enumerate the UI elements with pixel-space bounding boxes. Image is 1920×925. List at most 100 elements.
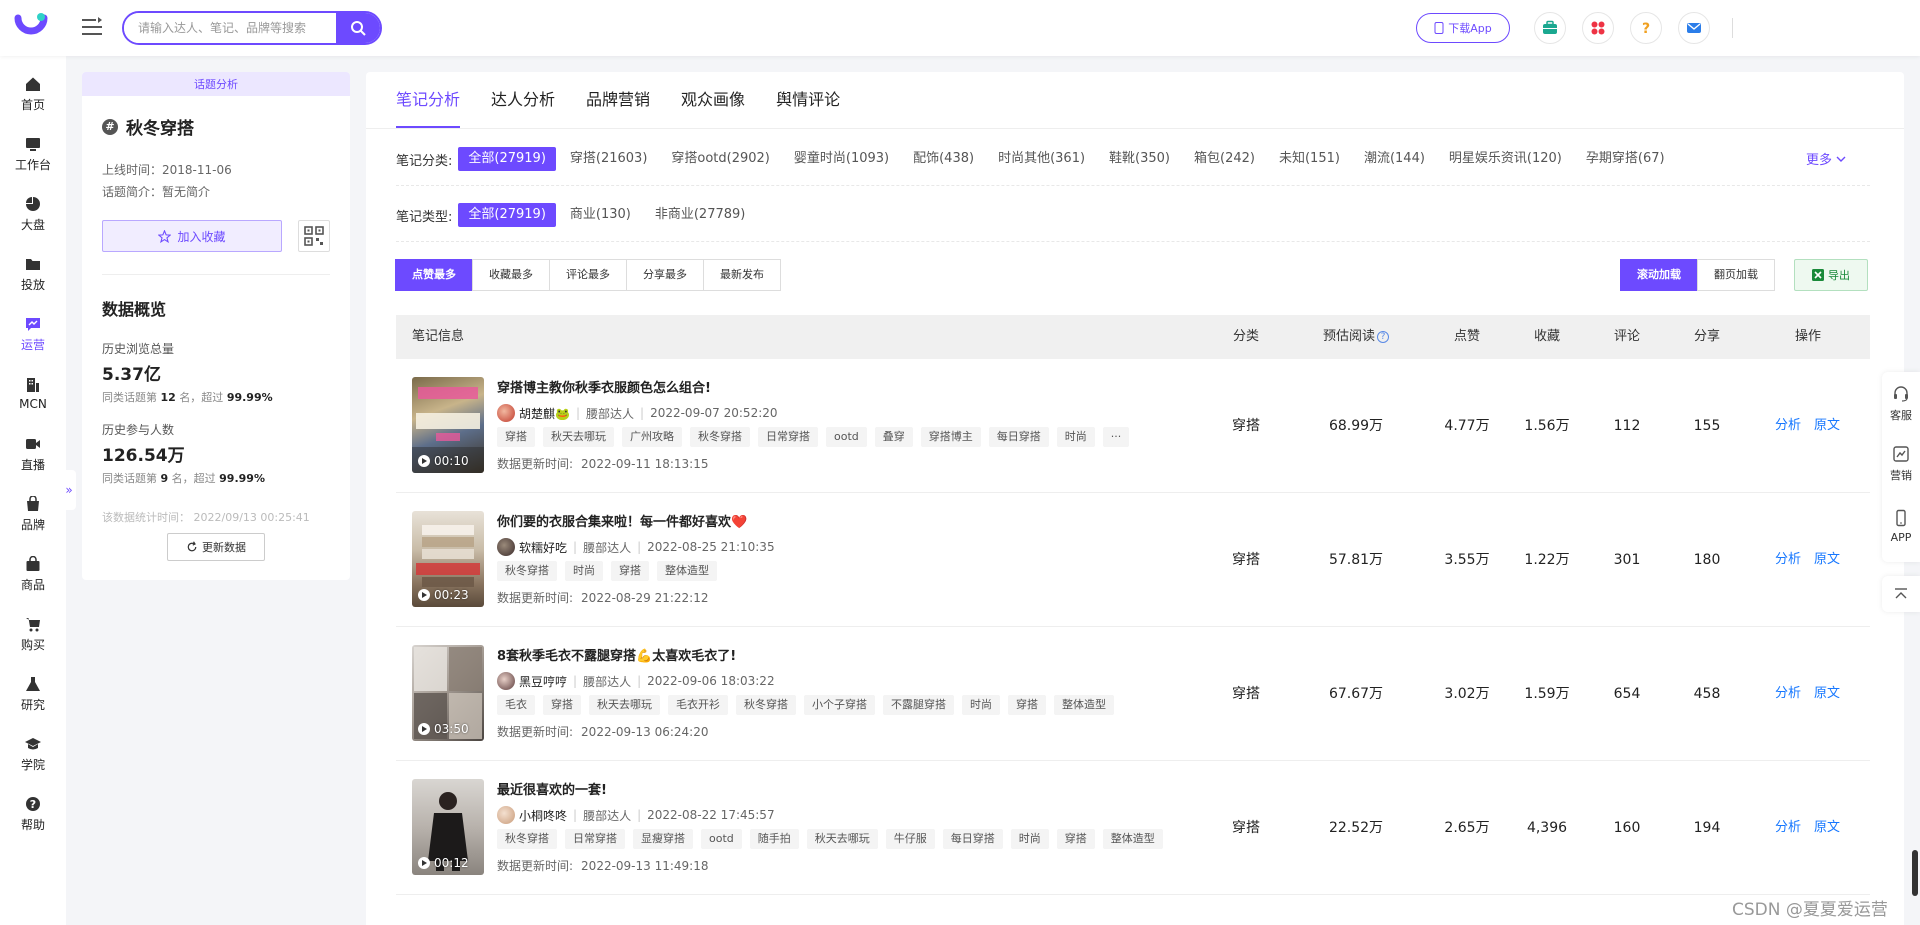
tag[interactable]: 时尚 bbox=[565, 561, 603, 581]
category-chip[interactable]: 婴童时尚(1093) bbox=[784, 147, 899, 171]
analyze-link[interactable]: 分析 bbox=[1775, 493, 1801, 627]
tag[interactable]: 秋冬穿搭 bbox=[497, 829, 557, 849]
note-thumbnail[interactable]: 03:50 bbox=[412, 645, 484, 741]
category-chip[interactable]: 明星娱乐资讯(120) bbox=[1439, 147, 1572, 171]
tag[interactable]: 整体造型 bbox=[657, 561, 717, 581]
tag[interactable]: 不露腿穿搭 bbox=[883, 695, 954, 715]
original-link[interactable]: 原文 bbox=[1814, 761, 1840, 895]
type-chip[interactable]: 全部(27919) bbox=[458, 203, 556, 227]
tag[interactable]: 穿搭 bbox=[611, 561, 649, 581]
analyze-link[interactable]: 分析 bbox=[1775, 359, 1801, 493]
type-chip[interactable]: 商业(130) bbox=[560, 203, 641, 227]
avatar[interactable] bbox=[497, 806, 515, 824]
tag[interactable]: 穿搭 bbox=[1008, 695, 1046, 715]
nav-item-operation[interactable]: 运营 bbox=[0, 306, 66, 362]
author-name[interactable]: 胡楚麒🐸 bbox=[519, 405, 570, 422]
tag[interactable]: ootd bbox=[826, 427, 867, 447]
tag[interactable]: 时尚 bbox=[1056, 427, 1095, 447]
category-chip[interactable]: 未知(151) bbox=[1269, 147, 1350, 171]
category-chip[interactable]: 箱包(242) bbox=[1184, 147, 1265, 171]
note-thumbnail[interactable]: 00:12 bbox=[412, 779, 484, 875]
avatar[interactable] bbox=[497, 404, 515, 422]
tag[interactable]: 日常穿搭 bbox=[565, 829, 625, 849]
tag[interactable]: 时尚 bbox=[962, 695, 1000, 715]
qr-code-button[interactable] bbox=[298, 220, 330, 252]
logo-icon[interactable] bbox=[14, 12, 48, 40]
update-data-button[interactable]: 更新数据 bbox=[167, 533, 265, 561]
page-load-button[interactable]: 翻页加载 bbox=[1697, 259, 1775, 291]
category-chip[interactable]: 孕期穿搭(67) bbox=[1576, 147, 1675, 171]
back-to-top-button[interactable] bbox=[1882, 576, 1920, 612]
category-chip[interactable]: 穿搭(21603) bbox=[560, 147, 658, 171]
note-title[interactable]: 8套秋季毛衣不露腿穿搭💪太喜欢毛衣了! bbox=[497, 645, 736, 664]
tag[interactable]: 秋冬穿搭 bbox=[497, 561, 557, 581]
tag[interactable]: 广州攻略 bbox=[622, 427, 682, 447]
add-favorite-button[interactable]: 加入收藏 bbox=[102, 220, 282, 252]
type-chip[interactable]: 非商业(27789) bbox=[645, 203, 756, 227]
customer-service-button[interactable]: 客服 bbox=[1882, 376, 1920, 432]
author-name[interactable]: 小桐咚咚 bbox=[519, 807, 567, 824]
tag[interactable]: 秋天去哪玩 bbox=[806, 829, 878, 849]
tag[interactable]: 整体造型 bbox=[1102, 829, 1163, 849]
category-chip[interactable]: 鞋靴(350) bbox=[1099, 147, 1180, 171]
sort-latest-button[interactable]: 最新发布 bbox=[703, 259, 781, 291]
tag[interactable]: 每日穿搭 bbox=[942, 829, 1003, 849]
info-icon[interactable]: ? bbox=[1377, 330, 1390, 343]
nav-item-home[interactable]: 首页 bbox=[0, 66, 66, 122]
tag[interactable]: 时尚 bbox=[1010, 829, 1049, 849]
tab-kol-analysis[interactable]: 达人分析 bbox=[491, 72, 555, 128]
category-chip[interactable]: 全部(27919) bbox=[458, 147, 556, 171]
app-button[interactable]: APP bbox=[1882, 498, 1920, 554]
note-title[interactable]: 最近很喜欢的一套! bbox=[497, 779, 607, 798]
tab-audience-profile[interactable]: 观众画像 bbox=[681, 72, 745, 128]
category-chip[interactable]: 潮流(144) bbox=[1354, 147, 1435, 171]
author-name[interactable]: 软糯好吃 bbox=[519, 539, 567, 556]
nav-item-delivery[interactable]: 投放 bbox=[0, 246, 66, 302]
marketing-button[interactable]: 营销 bbox=[1882, 436, 1920, 492]
tag[interactable]: 秋冬穿搭 bbox=[690, 427, 750, 447]
tag[interactable]: 秋天去哪玩 bbox=[543, 427, 614, 447]
search-button[interactable] bbox=[336, 13, 380, 43]
category-chip[interactable]: 时尚其他(361) bbox=[988, 147, 1095, 171]
nav-item-help[interactable]: ? 帮助 bbox=[0, 786, 66, 842]
search-input[interactable] bbox=[124, 13, 336, 43]
scroll-load-button[interactable]: 滚动加载 bbox=[1620, 259, 1698, 291]
menu-toggle-icon[interactable] bbox=[80, 16, 104, 38]
nav-item-mcn[interactable]: MCN bbox=[0, 366, 66, 422]
download-app-button[interactable]: 下载App bbox=[1416, 13, 1510, 43]
tag[interactable]: 秋冬穿搭 bbox=[736, 695, 796, 715]
original-link[interactable]: 原文 bbox=[1814, 493, 1840, 627]
tab-public-opinion[interactable]: 舆情评论 bbox=[776, 72, 840, 128]
more-tags-button[interactable]: ··· bbox=[1102, 427, 1130, 447]
tag[interactable]: ootd bbox=[701, 829, 742, 849]
tag[interactable]: 牛仔服 bbox=[885, 829, 935, 849]
tab-brand-marketing[interactable]: 品牌营销 bbox=[586, 72, 650, 128]
original-link[interactable]: 原文 bbox=[1814, 359, 1840, 493]
tab-note-analysis[interactable]: 笔记分析 bbox=[396, 72, 461, 128]
note-title[interactable]: 你们要的衣服合集来啦！每一件都好喜欢❤️ bbox=[497, 511, 747, 530]
nav-item-live[interactable]: 直播 bbox=[0, 426, 66, 482]
tag[interactable]: 毛衣开衫 bbox=[668, 695, 728, 715]
expand-panel-button[interactable]: » bbox=[62, 470, 76, 510]
tag[interactable]: 穿搭 bbox=[543, 695, 581, 715]
tag[interactable]: 毛衣 bbox=[497, 695, 535, 715]
author-name[interactable]: 黑豆哼哼 bbox=[519, 673, 567, 690]
note-title[interactable]: 穿搭博主教你秋季衣服颜色怎么组合! bbox=[497, 377, 711, 396]
tag[interactable]: 随手拍 bbox=[749, 829, 799, 849]
nav-item-research[interactable]: 研究 bbox=[0, 666, 66, 722]
mail-icon[interactable] bbox=[1678, 12, 1710, 44]
category-chip[interactable]: 配饰(438) bbox=[903, 147, 984, 171]
page-scrollbar[interactable] bbox=[1912, 850, 1918, 896]
tag[interactable]: 每日穿搭 bbox=[988, 427, 1049, 447]
tag[interactable]: 显瘦穿搭 bbox=[633, 829, 693, 849]
tag[interactable]: 穿搭博主 bbox=[920, 427, 981, 447]
nav-item-brand[interactable]: 品牌 bbox=[0, 486, 66, 542]
avatar[interactable] bbox=[497, 672, 515, 690]
note-thumbnail[interactable]: 00:10 bbox=[412, 377, 484, 473]
briefcase-icon[interactable] bbox=[1534, 12, 1566, 44]
tag[interactable]: 叠穿 bbox=[874, 427, 913, 447]
sort-most-shares-button[interactable]: 分享最多 bbox=[626, 259, 704, 291]
sort-most-likes-button[interactable]: 点赞最多 bbox=[395, 259, 473, 291]
nav-item-goods[interactable]: 商品 bbox=[0, 546, 66, 602]
tag[interactable]: 小个子穿搭 bbox=[804, 695, 875, 715]
